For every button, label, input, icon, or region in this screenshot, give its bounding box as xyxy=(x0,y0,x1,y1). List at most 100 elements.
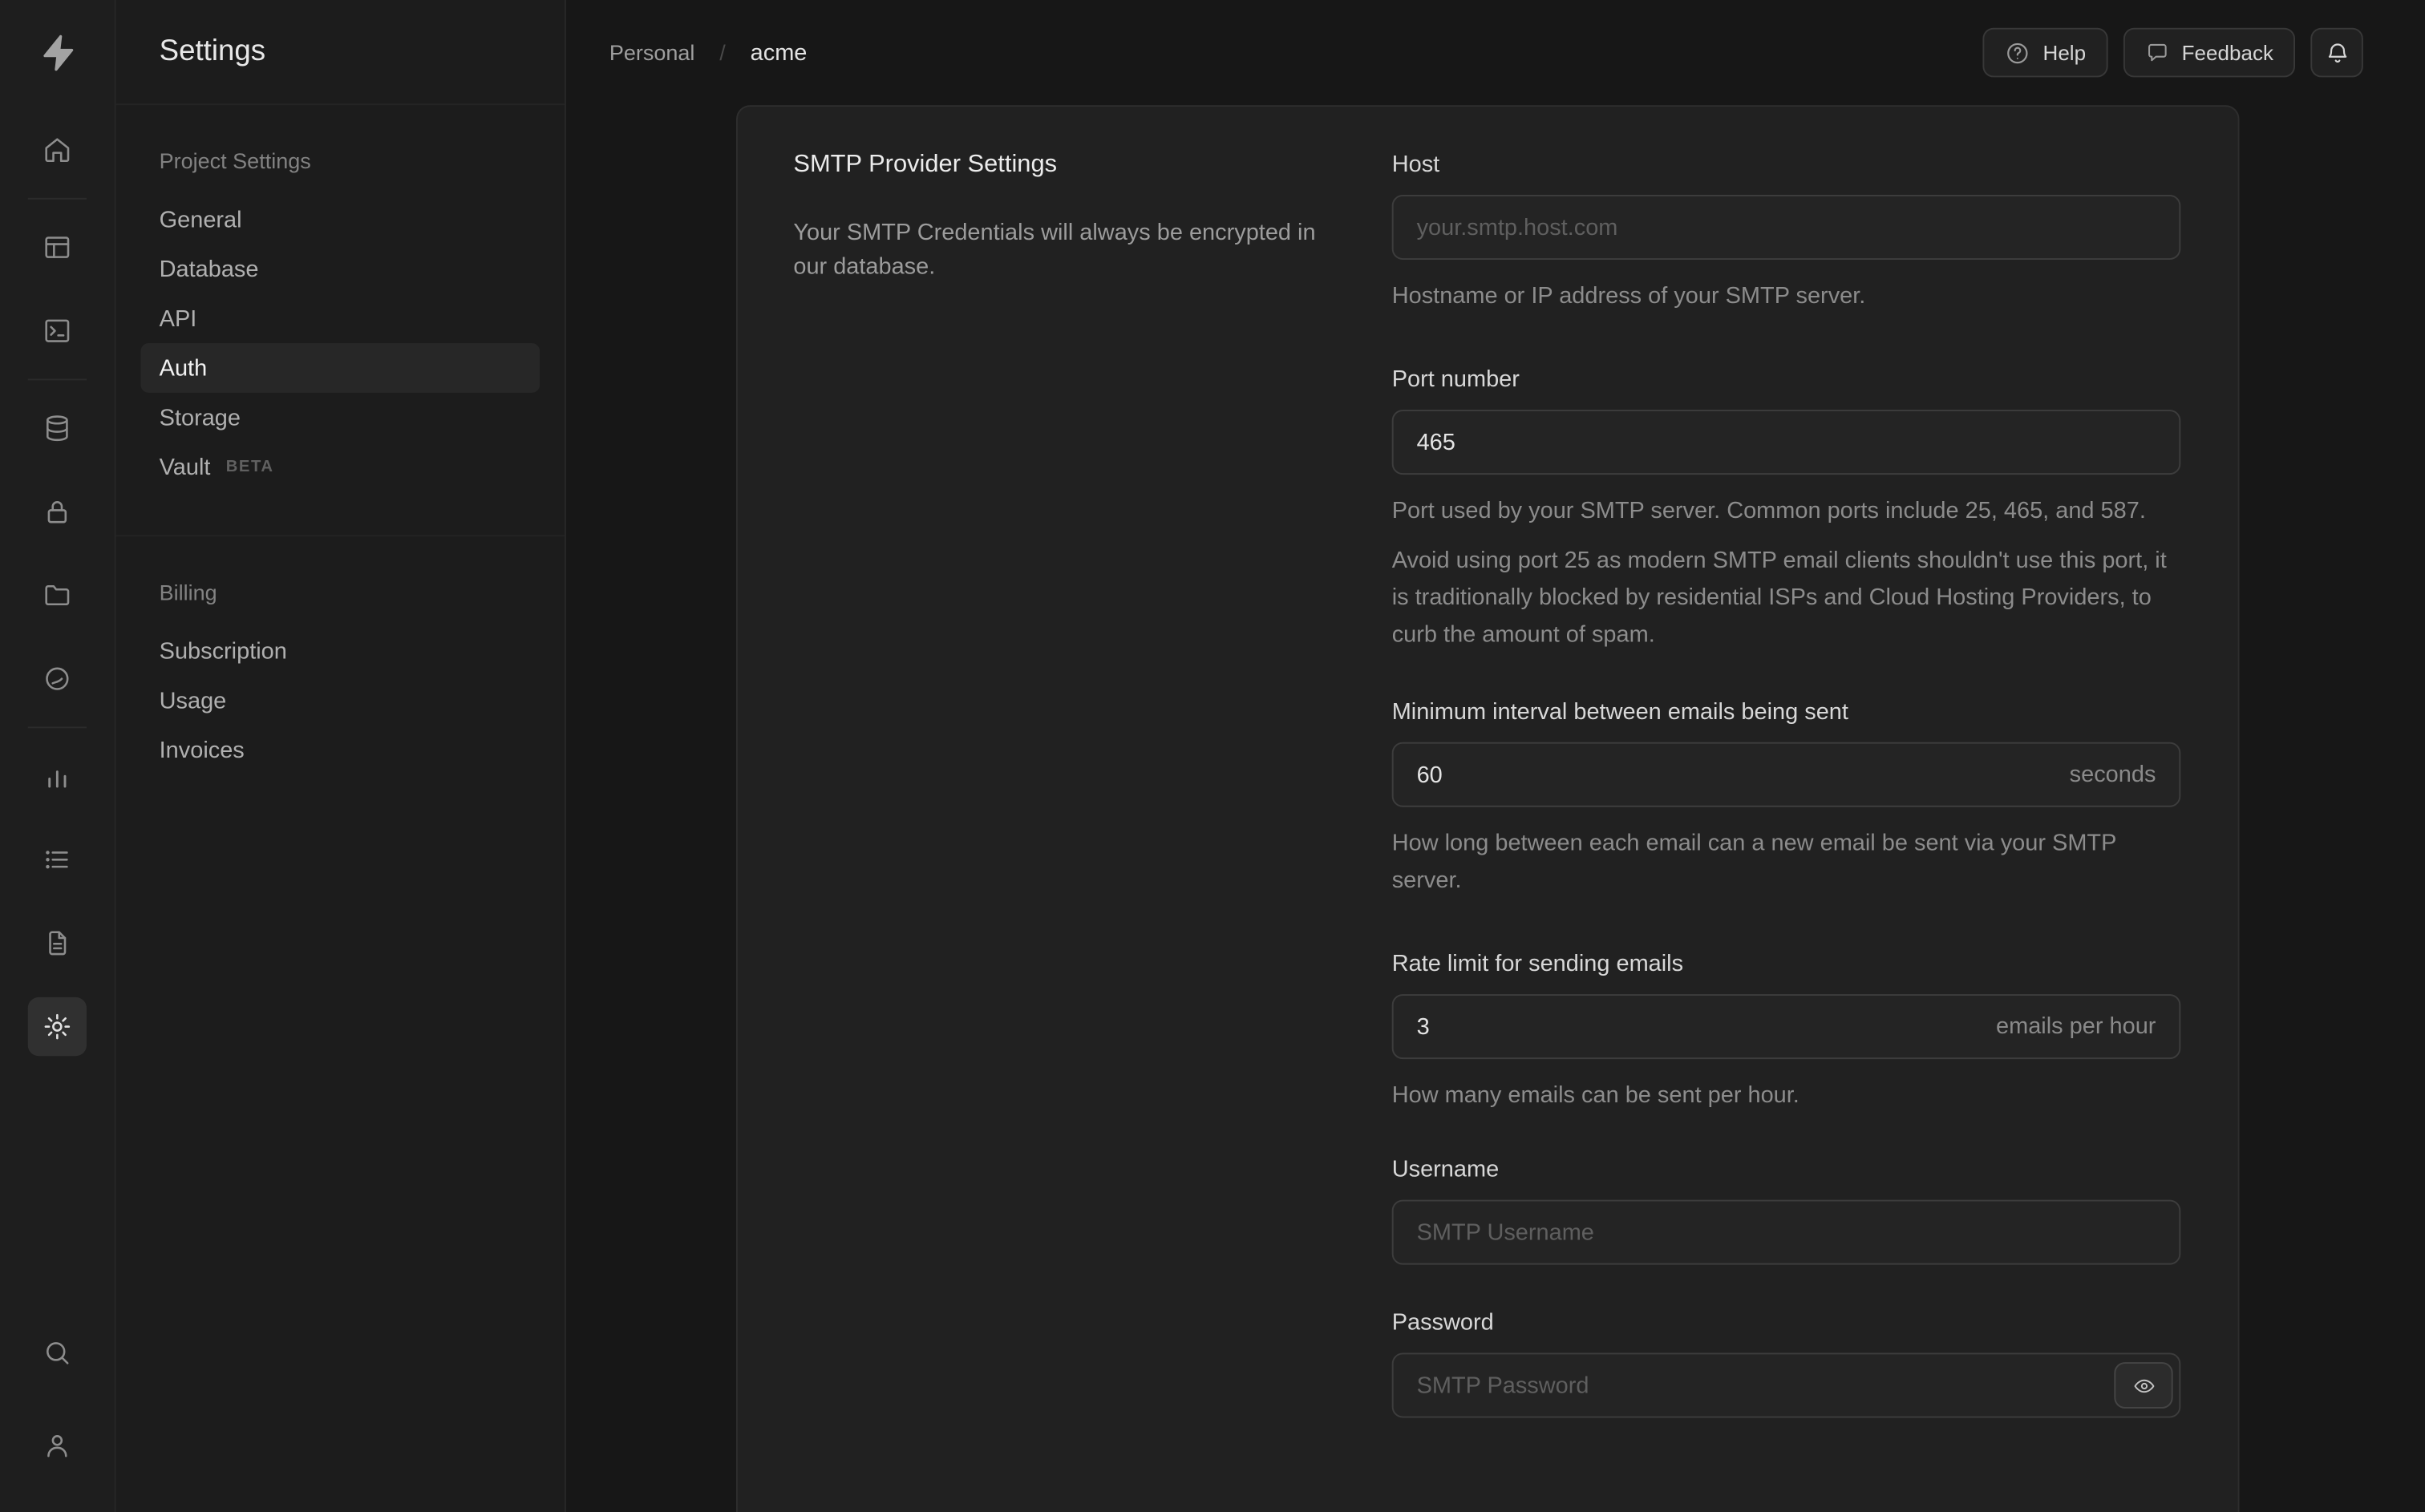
logs-icon xyxy=(46,851,68,869)
host-label: Host xyxy=(1391,151,1440,178)
rate-helper: How many emails can be sent per hour. xyxy=(1391,1082,1800,1109)
notifications-button[interactable] xyxy=(2310,27,2363,78)
feedback-button-label: Feedback xyxy=(2181,41,2273,65)
password-input[interactable] xyxy=(1391,1352,2181,1418)
sidebar-item-auth[interactable]: Auth xyxy=(140,343,540,393)
port-input[interactable] xyxy=(1391,410,2181,475)
interval-helper: How long between each email can a new em… xyxy=(1391,830,2116,894)
user-icon xyxy=(47,1435,67,1457)
rail-divider xyxy=(27,726,87,729)
sidebar-item-label: API xyxy=(159,305,197,332)
field-username: Username xyxy=(1391,1155,2181,1265)
breadcrumb-separator: / xyxy=(719,40,726,65)
sidebar-item-database[interactable]: Database xyxy=(140,245,540,294)
database-icon xyxy=(47,415,68,442)
search-icon xyxy=(47,1342,69,1364)
sidebar-divider xyxy=(115,535,565,537)
rail-logs-button[interactable] xyxy=(28,831,87,889)
port-note: Avoid using port 25 as modern SMTP email… xyxy=(1391,547,2167,649)
rail-auth-button[interactable] xyxy=(28,483,87,541)
settings-sidebar: Settings Project Settings General Databa… xyxy=(115,0,566,1512)
rate-limit-input[interactable] xyxy=(1391,994,2181,1060)
port-helper: Port used by your SMTP server. Common po… xyxy=(1391,498,2146,524)
section-label-project-settings: Project Settings xyxy=(159,148,311,173)
speech-bubble-icon xyxy=(2144,40,2169,65)
section-intro: SMTP Provider Settings Your SMTP Credent… xyxy=(793,150,1391,285)
auth-lock-icon xyxy=(47,501,67,524)
rail-divider xyxy=(27,197,87,200)
port-label: Port number xyxy=(1391,366,1520,393)
username-label: Username xyxy=(1391,1156,1500,1183)
docs-icon xyxy=(49,931,67,956)
storage-icon xyxy=(45,584,70,606)
supabase-logo[interactable] xyxy=(0,0,115,105)
field-host: Host Hostname or IP address of your SMTP… xyxy=(1391,150,2181,315)
field-port: Port number Port used by your SMTP serve… xyxy=(1391,365,2181,654)
breadcrumb-org[interactable]: Personal xyxy=(609,40,695,65)
rail-docs-button[interactable] xyxy=(28,914,87,972)
sidebar-item-storage[interactable]: Storage xyxy=(140,393,540,443)
sidebar-header: Settings xyxy=(115,0,565,106)
nav-rail xyxy=(0,0,116,1512)
password-label: Password xyxy=(1391,1309,1494,1336)
sidebar-item-api[interactable]: API xyxy=(140,293,540,343)
sidebar-item-label: General xyxy=(159,206,242,233)
rail-nav xyxy=(27,105,87,1057)
field-password: Password xyxy=(1391,1308,2181,1418)
supabase-bolt-icon xyxy=(43,34,74,71)
sidebar-item-label: Usage xyxy=(159,687,227,714)
rail-database-button[interactable] xyxy=(28,399,87,458)
rail-reports-button[interactable] xyxy=(28,746,87,805)
sql-editor-icon xyxy=(45,319,70,342)
app-window: Settings Project Settings General Databa… xyxy=(0,0,2425,1512)
interval-label: Minimum interval between emails being se… xyxy=(1391,698,1848,726)
sidebar-item-label: Database xyxy=(159,256,259,282)
section-title: SMTP Provider Settings xyxy=(793,151,1058,178)
section-label-billing: Billing xyxy=(159,580,217,605)
beta-badge: BETA xyxy=(225,457,274,476)
reports-icon xyxy=(48,770,67,788)
field-rate-limit: Rate limit for sending emails emails per… xyxy=(1391,949,2181,1114)
page-title: Settings xyxy=(159,34,266,67)
bell-icon xyxy=(2327,42,2346,63)
feedback-button[interactable]: Feedback xyxy=(2123,27,2295,78)
sidebar-item-label: Vault xyxy=(159,454,211,480)
interval-input[interactable] xyxy=(1391,742,2181,807)
sidebar-item-vault[interactable]: Vault BETA xyxy=(140,443,540,492)
smtp-form: Host Hostname or IP address of your SMTP… xyxy=(1391,150,2181,1467)
host-input[interactable] xyxy=(1391,194,2181,260)
username-input[interactable] xyxy=(1391,1199,2181,1265)
sidebar-item-label: Auth xyxy=(159,354,208,382)
sidebar-item-usage[interactable]: Usage xyxy=(140,676,540,726)
help-button[interactable]: Help xyxy=(1982,27,2108,78)
sidebar-item-label: Subscription xyxy=(159,637,287,665)
rail-bottom xyxy=(28,1324,87,1512)
rate-label: Rate limit for sending emails xyxy=(1391,951,1684,977)
smtp-settings-panel: SMTP Provider Settings Your SMTP Credent… xyxy=(735,105,2240,1512)
rail-table-editor-button[interactable] xyxy=(28,218,87,277)
help-button-label: Help xyxy=(2042,41,2087,65)
home-icon xyxy=(45,138,70,163)
top-bar: Personal / acme Help Feedback xyxy=(566,0,2425,105)
field-minimum-interval: Minimum interval between emails being se… xyxy=(1391,697,2181,900)
rail-home-button[interactable] xyxy=(28,120,87,179)
sidebar-item-invoices[interactable]: Invoices xyxy=(140,725,540,774)
rail-sql-editor-button[interactable] xyxy=(28,301,87,360)
section-description: Your SMTP Credentials will always be enc… xyxy=(793,219,1316,281)
rail-storage-button[interactable] xyxy=(28,566,87,625)
sidebar-item-subscription[interactable]: Subscription xyxy=(140,626,540,676)
help-circle-icon xyxy=(2004,39,2030,66)
rail-search-button[interactable] xyxy=(28,1324,87,1382)
breadcrumb-project[interactable]: acme xyxy=(751,39,808,66)
sidebar-item-label: Invoices xyxy=(159,736,245,763)
host-helper: Hostname or IP address of your SMTP serv… xyxy=(1391,282,1866,309)
reveal-password-button[interactable] xyxy=(2114,1362,2173,1409)
table-editor-icon xyxy=(45,237,70,258)
rail-settings-button[interactable] xyxy=(27,997,87,1057)
edge-functions-icon xyxy=(46,667,69,690)
rail-account-button[interactable] xyxy=(28,1417,87,1475)
sidebar-item-general[interactable]: General xyxy=(140,195,540,245)
eye-icon xyxy=(2133,1378,2154,1393)
rail-edge-functions-button[interactable] xyxy=(28,649,87,708)
settings-gear-icon xyxy=(44,1013,71,1040)
